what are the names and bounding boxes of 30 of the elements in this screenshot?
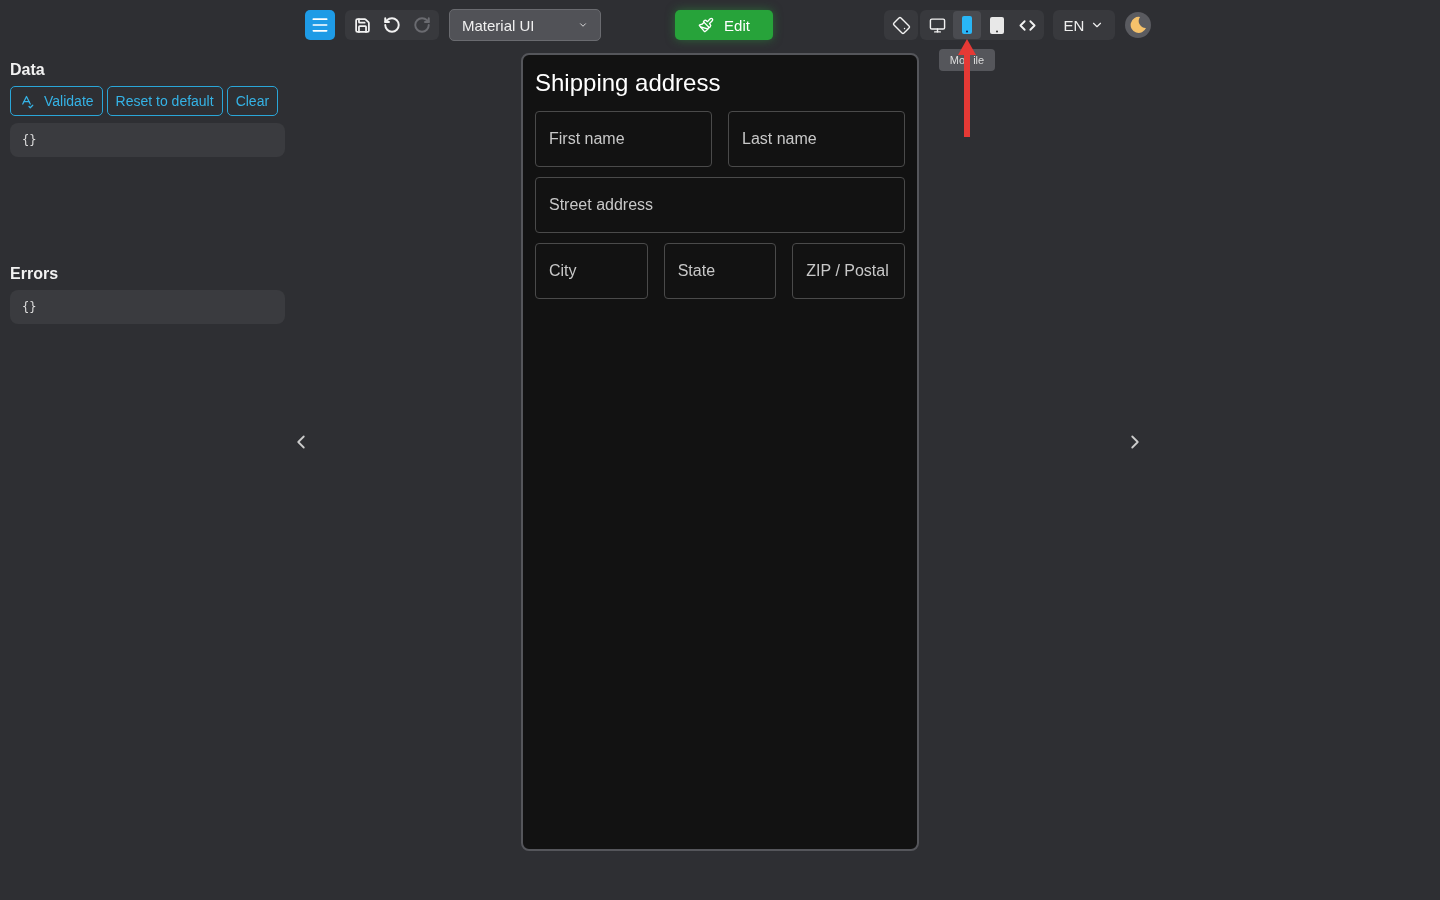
outline-button[interactable]: Clear [226, 86, 279, 116]
outline-button[interactable]: Reset to default [106, 86, 223, 116]
menu-icon [310, 15, 330, 35]
text-field[interactable]: City [535, 243, 648, 299]
text-field[interactable]: First name [535, 111, 712, 167]
save-icon [353, 16, 371, 34]
text-field[interactable]: Street address [535, 177, 905, 233]
phone-icon [962, 16, 972, 34]
caret-icon [578, 20, 588, 30]
monitor-icon [928, 16, 946, 34]
edit-button[interactable]: Edit [675, 10, 773, 40]
tablet-icon [990, 16, 1004, 34]
language-select[interactable]: EN [1053, 10, 1115, 40]
errors-json: {} [10, 290, 285, 324]
spell-check-icon [19, 93, 34, 109]
section-title: Errors [10, 265, 60, 283]
text-field[interactable]: ZIP / Postal [792, 243, 905, 299]
menu-button[interactable] [305, 10, 335, 40]
section-title: Data [10, 61, 46, 79]
form-title: Shipping address [535, 69, 722, 97]
moon-icon [1129, 16, 1147, 34]
data-json: {} [10, 123, 285, 157]
brush-icon [698, 17, 715, 33]
text-field[interactable]: State [663, 243, 777, 299]
validate-button[interactable]: Validate [10, 86, 103, 116]
text-field[interactable]: Last name [728, 111, 905, 167]
theme-select[interactable]: Material UI [449, 9, 601, 41]
undo-icon [383, 16, 401, 34]
redo-icon [413, 16, 431, 34]
theme-toggle[interactable] [1125, 12, 1151, 38]
